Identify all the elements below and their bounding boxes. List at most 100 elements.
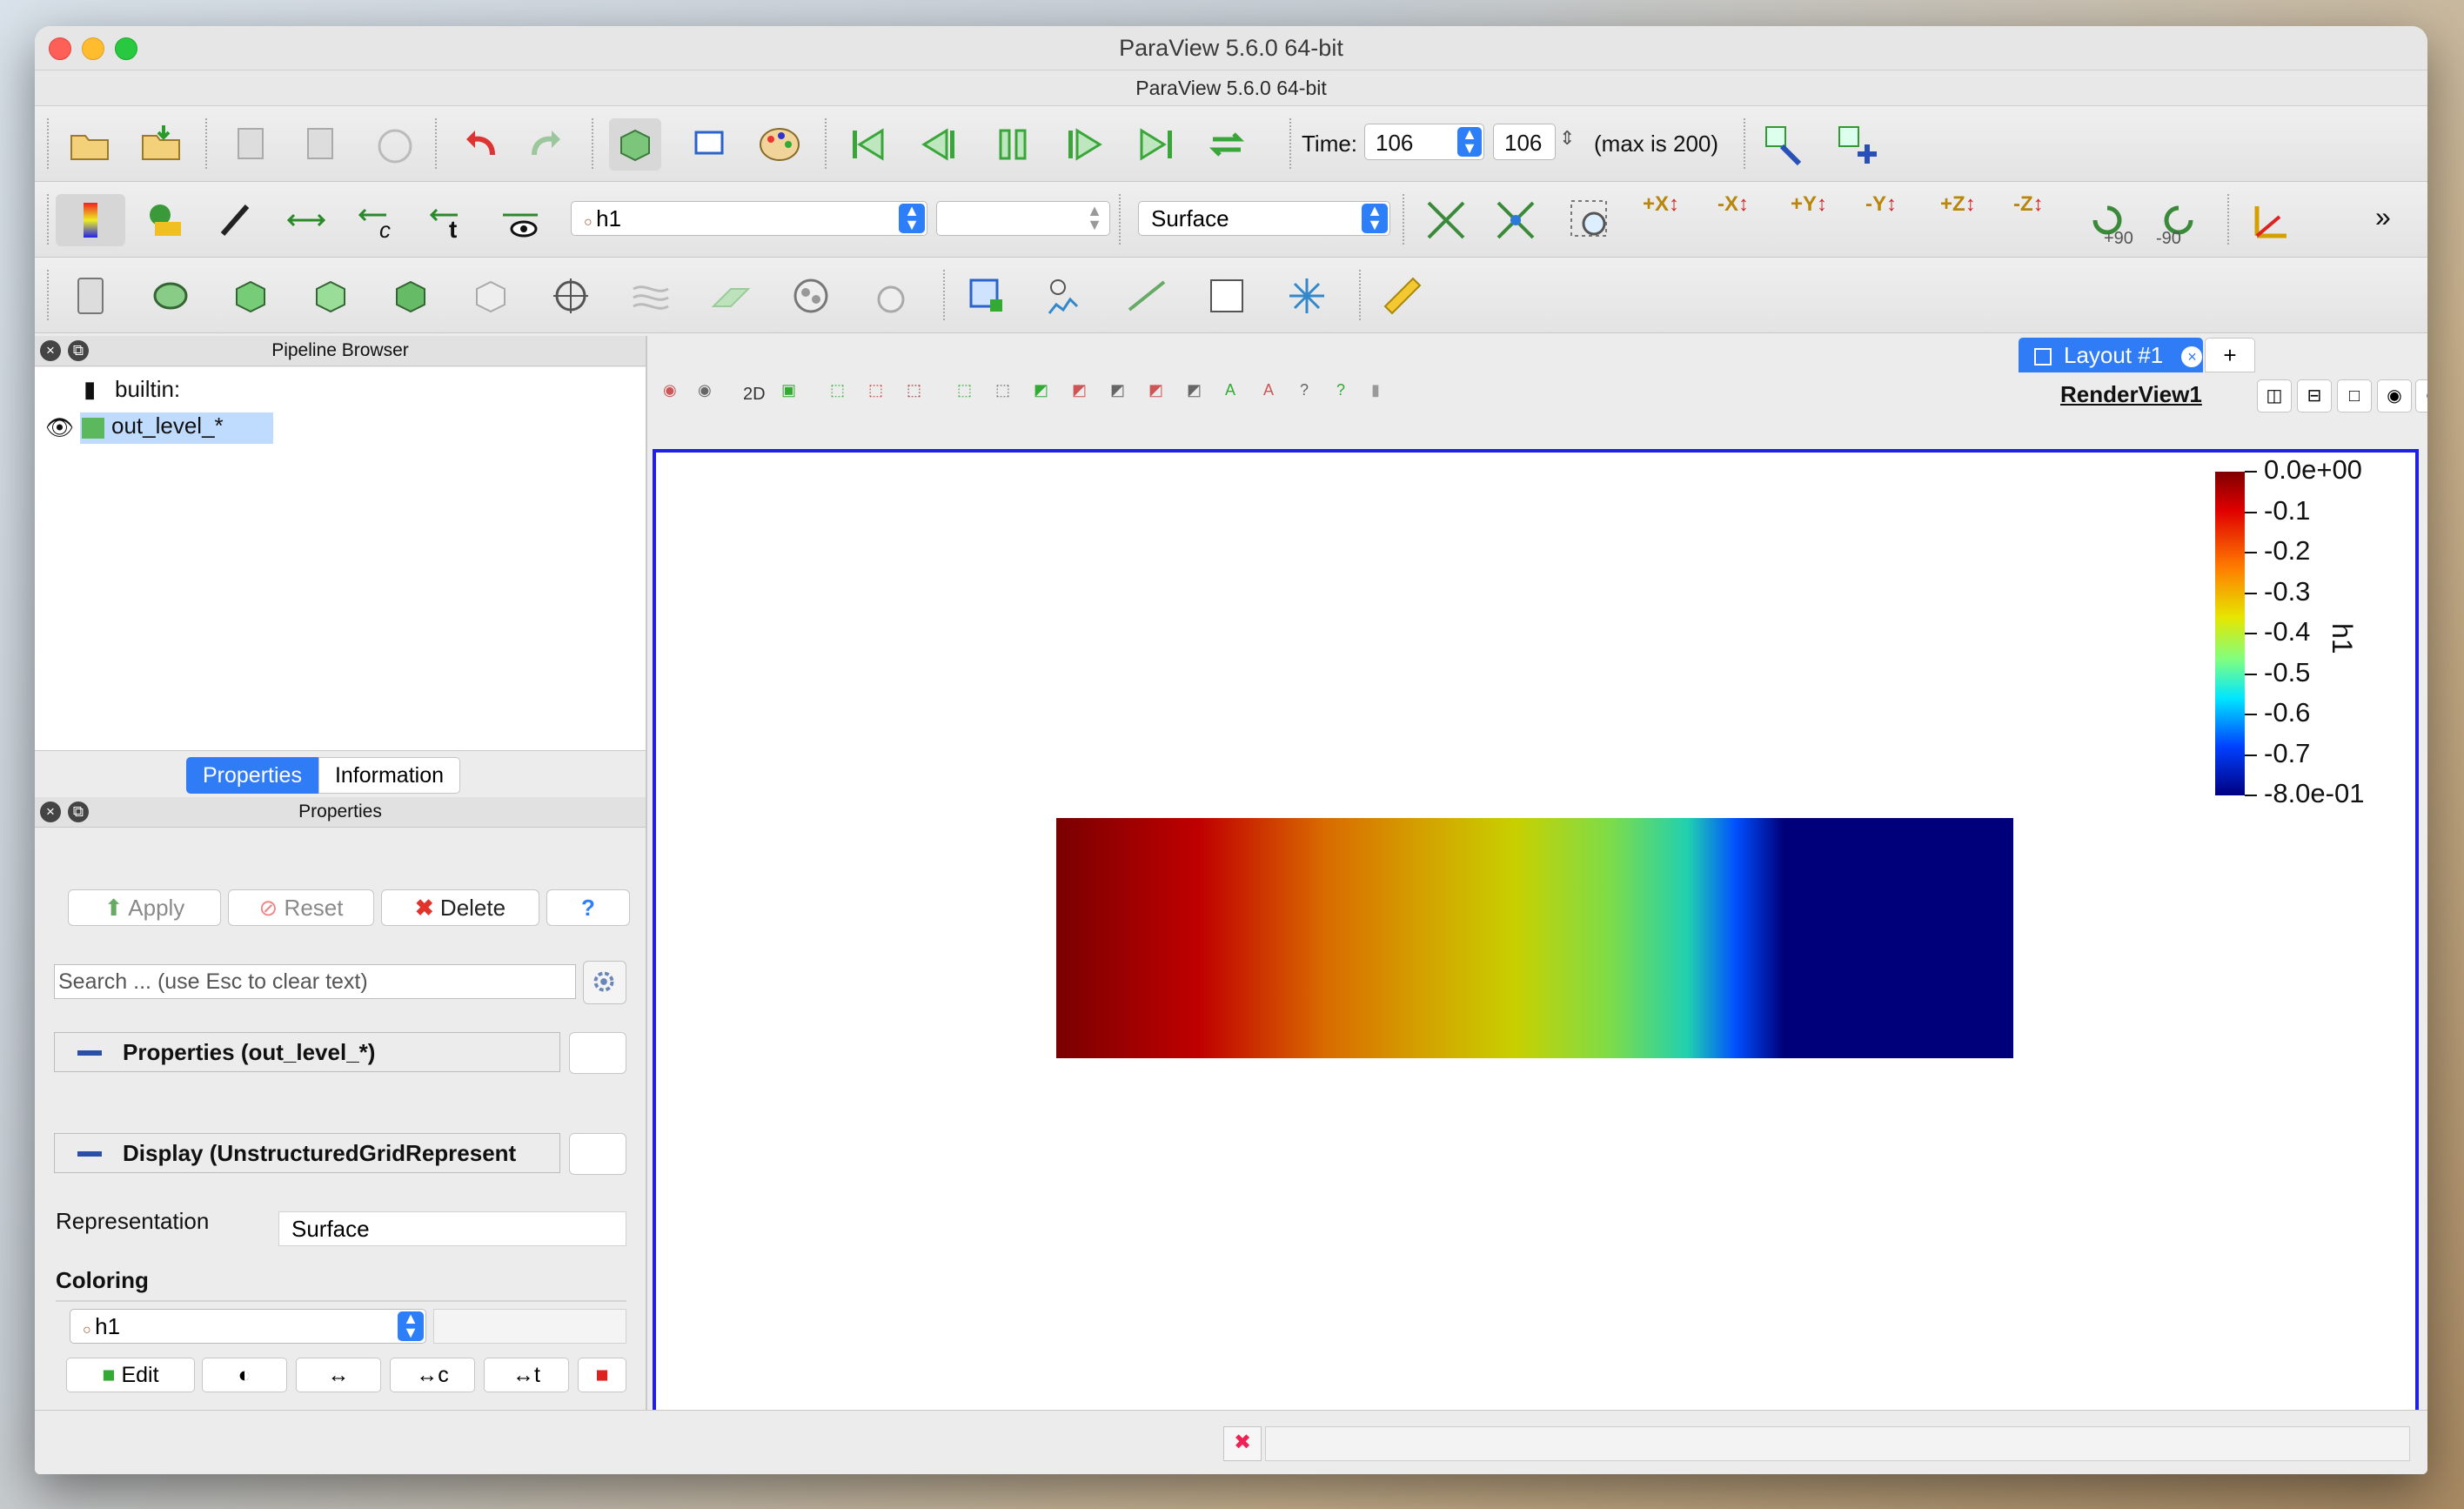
plot-over-line-icon[interactable] (1121, 270, 1173, 322)
grow-selection-icon[interactable]: ◩ (1110, 381, 1125, 412)
render-view[interactable]: 0.0e+00 -0.1 -0.2 -0.3 -0.4 -0.5 -0.6 -0.7 -8.0e… (653, 449, 2419, 1441)
rescale-time-button[interactable]: ↔t (484, 1358, 569, 1392)
find-data-add-icon[interactable] (1831, 118, 1883, 171)
threshold-icon[interactable] (385, 270, 437, 322)
invert-colors-button[interactable]: ◐ (202, 1358, 287, 1392)
layout-tab[interactable]: Layout #1 × (2019, 338, 2203, 372)
apply-button[interactable]: ⬆ Apply (68, 889, 221, 926)
tab-properties[interactable]: Properties (186, 757, 318, 794)
warp-icon[interactable] (705, 270, 757, 322)
zoom-to-data-icon[interactable] (1490, 194, 1542, 246)
toggle-2d-button[interactable]: 2D (743, 385, 766, 416)
open-file-icon[interactable] (64, 118, 117, 171)
copy-display-icon[interactable] (569, 1133, 626, 1175)
pipeline-root[interactable]: builtin: (115, 376, 180, 403)
zoom-to-box-icon[interactable] (1564, 194, 1617, 246)
split-view-icon[interactable]: ◉ (663, 381, 677, 412)
probe-icon[interactable] (1281, 270, 1333, 322)
tab-information[interactable]: Information (318, 757, 461, 794)
edit-colormap-button[interactable]: ■ Edit (66, 1358, 195, 1392)
next-frame-icon[interactable] (1058, 118, 1110, 171)
connect-icon[interactable] (224, 118, 277, 171)
query-icon[interactable]: ? (1300, 381, 1309, 412)
visibility-eye-icon[interactable]: 👁 (45, 414, 74, 441)
float-properties-icon[interactable]: ⧉ (68, 801, 89, 822)
float-panel-icon[interactable]: ⧉ (68, 340, 89, 361)
rescale-visible-icon[interactable] (494, 194, 546, 246)
previous-frame-icon[interactable] (914, 118, 966, 171)
load-state-icon[interactable] (136, 118, 188, 171)
gear-icon[interactable] (583, 961, 626, 1004)
view-minus-y-button[interactable]: -Y↕ (1865, 192, 1897, 217)
stream-tracer-icon[interactable] (625, 270, 677, 322)
timer-icon[interactable] (369, 118, 421, 171)
section-properties[interactable]: Properties (out_level_*) (54, 1032, 560, 1072)
extract-subset-icon[interactable] (465, 270, 517, 322)
axes-grid-icon[interactable] (2245, 194, 2297, 246)
time-step-arrows[interactable]: ⇕ (1559, 127, 1575, 150)
redo-icon[interactable] (522, 118, 574, 171)
extract-level-icon[interactable] (865, 270, 917, 322)
reset-camera-icon[interactable] (609, 118, 661, 171)
representation-select[interactable]: Surface ▲ ▼ (1138, 201, 1390, 236)
select-block-icon[interactable]: ⬚ (957, 381, 972, 412)
close-view-icon[interactable]: ⊗ (2415, 379, 2427, 412)
point-labels-icon[interactable]: A (1263, 381, 1274, 412)
view-plus-z-button[interactable]: +Z↕ (1940, 192, 1976, 217)
undo-icon[interactable] (452, 118, 505, 171)
palette-icon[interactable] (753, 118, 806, 171)
trash-icon[interactable]: ▮ (1371, 381, 1380, 412)
pause-icon[interactable] (987, 118, 1039, 171)
plot-over-time-icon[interactable] (1201, 270, 1253, 322)
interactive-select-icon[interactable]: ◩ (1034, 381, 1048, 412)
close-panel-icon[interactable]: × (40, 340, 61, 361)
help-button[interactable]: ? (546, 889, 630, 926)
view-plus-x-button[interactable]: +X↕ (1643, 192, 1679, 217)
toggle-colorbar-icon[interactable] (56, 194, 125, 246)
shrink-selection-icon[interactable]: ◩ (1148, 381, 1163, 412)
view-plus-y-button[interactable]: +Y↕ (1791, 192, 1827, 217)
glyph-icon[interactable] (545, 270, 597, 322)
rescale-temporal-icon[interactable]: t (423, 194, 475, 246)
split-vertical-icon[interactable]: ⊟ (2297, 379, 2332, 412)
section-display[interactable]: Display (UnstructuredGridRepresent (54, 1133, 560, 1173)
hover-points-icon[interactable]: ◩ (1072, 381, 1087, 412)
first-frame-icon[interactable] (842, 118, 894, 171)
split-horizontal-icon[interactable]: ◫ (2257, 379, 2292, 412)
coloring-component-field[interactable] (433, 1309, 626, 1344)
close-properties-icon[interactable]: × (40, 801, 61, 822)
find-data-wrench-icon[interactable] (1758, 118, 1810, 171)
status-clear-icon[interactable]: ✖ (1223, 1426, 1262, 1461)
rescale-range-icon[interactable] (280, 194, 332, 246)
close-layout-icon[interactable]: × (2181, 346, 2203, 368)
view-minus-z-button[interactable]: -Z↕ (2013, 192, 2044, 217)
color-component-select[interactable]: ▲ ▼ (936, 201, 1110, 236)
reset-camera-closest-icon[interactable] (1420, 194, 1472, 246)
representation-field[interactable]: Surface (278, 1211, 626, 1246)
search-input[interactable]: Search ... (use Esc to clear text) (54, 964, 576, 999)
time-value-spinbox[interactable]: 106 ▲ ▼ (1364, 124, 1484, 160)
maximize-view-icon[interactable]: □ (2337, 379, 2372, 412)
rescale-data-button[interactable]: ↔ (296, 1358, 381, 1392)
camera-undo-icon[interactable]: ▣ (781, 381, 796, 412)
rescale-custom-button[interactable]: ↔c (390, 1358, 475, 1392)
coloring-array-select[interactable]: ○ h1 ▲ ▼ (70, 1309, 426, 1344)
ruler-icon[interactable] (1376, 270, 1429, 322)
tooltip-icon[interactable]: ? (1336, 381, 1345, 412)
calculator-icon[interactable] (64, 270, 117, 322)
pipeline-item-out-level[interactable]: out_level_* (80, 412, 273, 444)
reset-button[interactable]: ⊘ Reset (228, 889, 374, 926)
select-cells-icon[interactable]: ⬚ (830, 381, 845, 412)
labels-icon[interactable]: A (1225, 381, 1235, 412)
clear-selection-icon[interactable]: ◩ (1187, 381, 1202, 412)
select-points-icon[interactable]: ⬚ (868, 381, 883, 412)
disconnect-icon[interactable] (294, 118, 346, 171)
camera-icon[interactable]: ◉ (698, 381, 712, 412)
delete-button[interactable]: ✖ Delete (381, 889, 539, 926)
color-array-select[interactable]: ○ h1 ▲ ▼ (571, 201, 927, 236)
edit-colormap-icon[interactable] (137, 194, 190, 246)
more-tools-button[interactable]: » (2375, 201, 2391, 233)
time-step-spinbox[interactable]: 106 (1493, 124, 1556, 160)
capture-view-icon[interactable]: ◉ (2377, 379, 2412, 412)
rescale-custom-icon[interactable]: c (352, 194, 404, 246)
